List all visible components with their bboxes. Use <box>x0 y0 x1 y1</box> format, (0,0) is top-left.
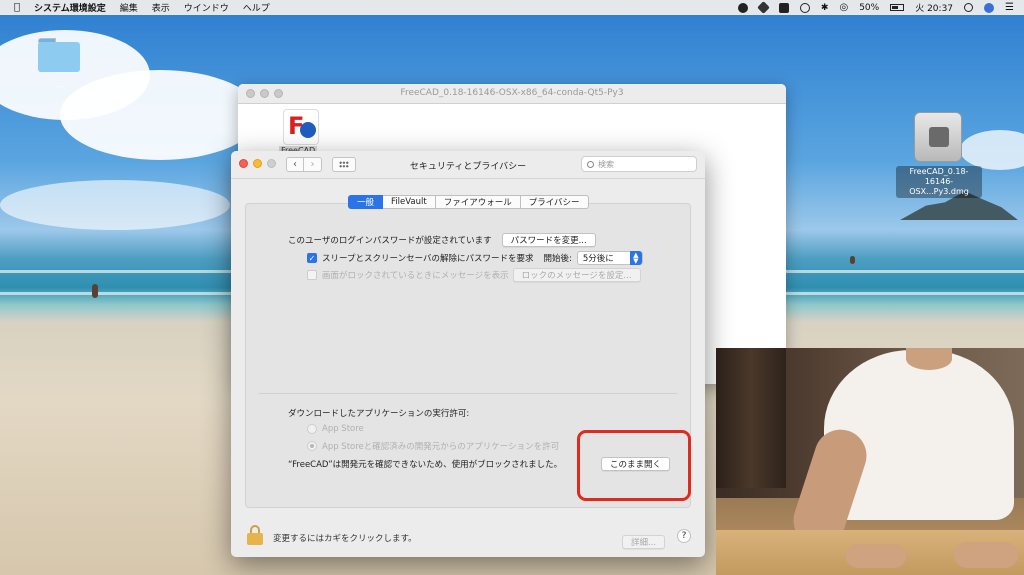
chevron-updown-icon: ▲ ▼ <box>629 251 642 265</box>
set-lock-message-button[interactable]: ロックのメッセージを設定... <box>512 268 641 282</box>
search-icon <box>587 160 594 168</box>
app-store-identified-radio[interactable] <box>307 441 317 451</box>
download-permission-heading: ダウンロードしたアプリケーションの実行許可: <box>288 409 470 419</box>
tab-privacy[interactable]: プライバシー <box>520 195 589 209</box>
change-password-button[interactable]: パスワードを変更... <box>501 233 596 247</box>
start-after-label: 開始後: <box>543 254 572 264</box>
search-input[interactable]: 検索 <box>581 156 697 172</box>
person-hand <box>846 544 906 568</box>
menu-help[interactable]: ヘルプ <box>243 1 270 14</box>
curtain <box>716 348 786 488</box>
advanced-button[interactable]: 詳細... <box>622 535 666 549</box>
password-set-text: このユーザのログインパスワードが設定されています <box>288 236 492 246</box>
app-store-radio[interactable] <box>307 424 317 434</box>
cloud <box>0 180 230 230</box>
cloud <box>960 130 1024 170</box>
annotation-highlight-box <box>577 430 691 501</box>
person-neck <box>906 348 952 370</box>
text-input-icon[interactable] <box>778 2 789 13</box>
help-button[interactable]: ? <box>677 529 691 543</box>
menu-bar:  システム環境設定 編集 表示 ウインドウ ヘルプ ✱ ◎ 50% 火 20:… <box>0 0 1024 15</box>
folder-label[interactable]: --- <box>40 82 80 92</box>
require-password-checkbox[interactable]: ✓ <box>307 253 317 263</box>
dmg-file-icon[interactable] <box>914 112 962 162</box>
app-store-identified-radio-label[interactable]: App Storeと確認済みの開発元からのアプリケーションを許可 <box>322 440 559 452</box>
dropbox-icon[interactable] <box>757 1 770 14</box>
battery-percent[interactable]: 50% <box>859 3 879 13</box>
person-hand <box>954 542 1018 568</box>
apple-menu-icon[interactable]:  <box>14 2 20 13</box>
beach-person <box>92 284 98 298</box>
time-machine-icon[interactable] <box>799 2 810 13</box>
require-password-label[interactable]: スリープとスクリーンセーバの解除にパスワードを要求 <box>322 252 533 264</box>
menu-edit[interactable]: 編集 <box>120 1 138 14</box>
app-store-radio-label[interactable]: App Store <box>322 424 364 434</box>
webcam-overlay <box>716 348 1024 575</box>
menu-window[interactable]: ウインドウ <box>184 1 229 14</box>
swimmer <box>850 256 855 264</box>
lock-message-label[interactable]: 画面がロックされているときにメッセージを表示 <box>322 269 509 281</box>
search-icon[interactable] <box>964 3 974 12</box>
dmg-file-label[interactable]: FreeCAD_0.18-16146-OSX...Py3.dmg <box>896 166 982 198</box>
folder-icon[interactable] <box>38 38 80 72</box>
tab-general[interactable]: 一般 <box>348 195 384 209</box>
prefs-titlebar[interactable]: ‹ › セキュリティとプライバシー 検索 <box>231 151 705 179</box>
freecad-app-icon[interactable]: F <box>283 109 319 145</box>
divider <box>259 393 677 394</box>
menu-view[interactable]: 表示 <box>152 1 170 14</box>
clock[interactable]: 火 20:37 <box>915 1 953 14</box>
tab-bar: 一般 FileVault ファイアウォール プライバシー <box>348 195 589 209</box>
stop-icon[interactable] <box>737 2 748 13</box>
lock-hint-text: 変更するにはカギをクリックします。 <box>273 534 417 544</box>
siri-icon[interactable] <box>984 2 995 13</box>
list-icon[interactable]: ☰ <box>1005 2 1014 13</box>
menu-app-name[interactable]: システム環境設定 <box>34 1 106 14</box>
wifi-icon[interactable]: ◎ <box>839 2 848 13</box>
bluetooth-icon[interactable]: ✱ <box>821 3 829 13</box>
battery-icon[interactable] <box>890 4 905 11</box>
search-placeholder: 検索 <box>598 159 614 169</box>
start-after-select[interactable]: 5分後に ▲ ▼ <box>576 251 643 265</box>
blocked-app-message: “FreeCAD”は開発元を確認できないため、使用がブロックされました。 <box>288 460 563 470</box>
lock-message-checkbox[interactable] <box>307 270 317 280</box>
start-after-value: 5分後に <box>582 254 614 264</box>
tab-filevault[interactable]: FileVault <box>383 195 436 209</box>
tab-firewall[interactable]: ファイアウォール <box>435 195 521 209</box>
finder-titlebar[interactable]: FreeCAD_0.18-16146-OSX-x86_64-conda-Qt5-… <box>238 84 786 104</box>
lock-icon[interactable] <box>247 525 263 545</box>
finder-window-title: FreeCAD_0.18-16146-OSX-x86_64-conda-Qt5-… <box>400 88 624 98</box>
cloud <box>60 70 260 160</box>
